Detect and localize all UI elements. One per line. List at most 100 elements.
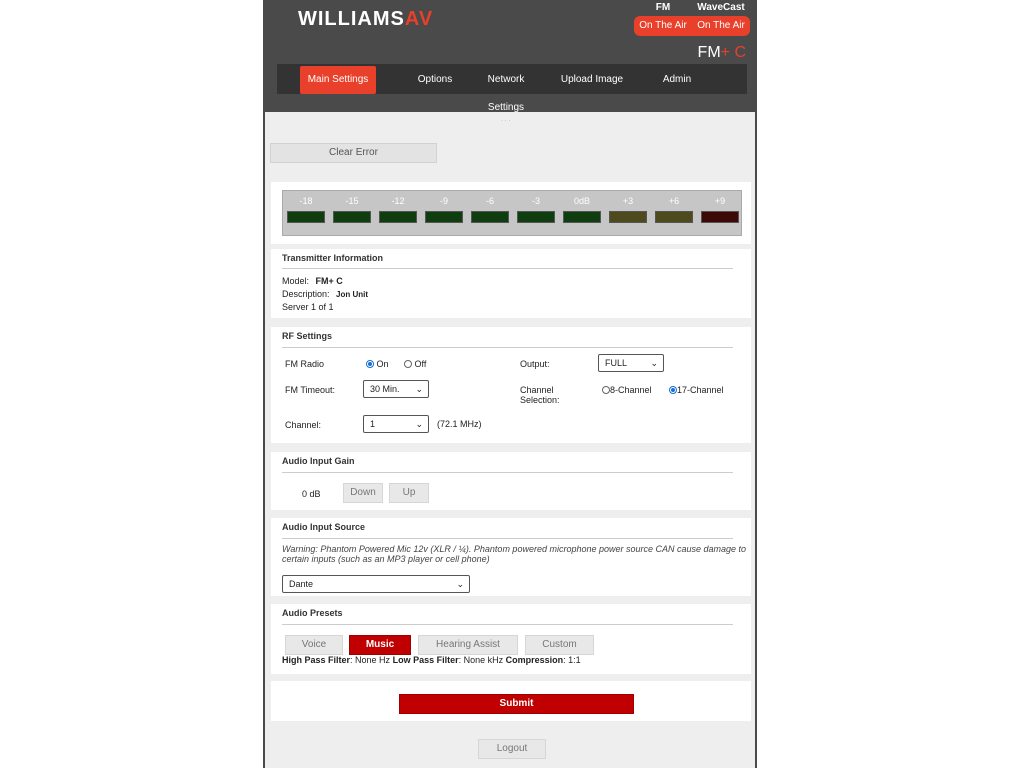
nav-options[interactable]: Options: [402, 66, 468, 94]
model-logo: FM+ C: [698, 44, 746, 62]
meter-level-segment: [563, 211, 601, 223]
audio-level-meter-panel: -18 -15 -12 -9 -6 -3 0dB +3 +6 +9: [271, 182, 751, 244]
meter-level-segment: [471, 211, 509, 223]
wavecast-status-title: WaveCast: [697, 2, 745, 13]
channel-17-label: 17-Channel: [677, 385, 724, 395]
fm-status-title: FM: [655, 2, 671, 13]
nav-upload-image[interactable]: Upload Image: [557, 66, 627, 94]
audio-presets-panel: Audio Presets Voice Music Hearing Assist…: [271, 604, 751, 674]
output-select-value: FULL: [605, 358, 628, 368]
transmitter-info-title: Transmitter Information: [282, 253, 384, 263]
description-value: Jon Unit: [336, 290, 369, 299]
fm-status-group: FM On The Air: [634, 1, 692, 36]
model-prefix: FM: [697, 44, 721, 61]
channel-selection-label-line2: Selection:: [520, 395, 560, 405]
chevron-down-icon: ⌄: [415, 384, 423, 394]
logo-av-text: AV: [404, 8, 434, 30]
nav-network-settings[interactable]: Network Settings: [469, 66, 543, 113]
output-select[interactable]: FULL ⌄: [598, 354, 664, 372]
fm-radio-off-radio[interactable]: [404, 359, 412, 368]
fm-radio-label: FM Radio: [285, 359, 325, 369]
meter-level-segment: [425, 211, 463, 223]
divider: [282, 538, 733, 539]
meter-tick-label: -12: [391, 196, 405, 206]
preset-hearing-assist-button[interactable]: Hearing Assist: [418, 635, 518, 655]
meter-tick-label: +6: [668, 196, 680, 206]
preset-music-button[interactable]: Music: [349, 635, 411, 655]
description-label: Description:: [282, 289, 330, 299]
divider: [282, 347, 733, 348]
audio-input-source-select[interactable]: Dante ⌄: [282, 575, 470, 593]
divider: [282, 268, 733, 269]
audio-input-gain-title: Audio Input Gain: [282, 456, 355, 466]
channel-select-value: 1: [370, 419, 376, 429]
model-value: FM+ C: [315, 276, 343, 286]
channel-select[interactable]: 1 ⌄: [363, 415, 429, 433]
meter-tick-label: -15: [345, 196, 359, 206]
williams-av-logo: WILLIAMSAV: [298, 8, 433, 31]
fm-radio-on-radio[interactable]: [366, 359, 374, 368]
channel-8-label: 8-Channel: [610, 385, 652, 395]
clear-error-button[interactable]: Clear Error: [270, 143, 437, 163]
output-label: Output:: [520, 359, 550, 369]
meter-level-segment: [333, 211, 371, 223]
channel-17-option[interactable]: 17-Channel: [669, 385, 724, 395]
gain-down-button[interactable]: Down: [343, 483, 383, 503]
logout-button[interactable]: Logout: [478, 739, 546, 759]
fm-radio-off-label: Off: [414, 359, 427, 369]
gain-up-button[interactable]: Up: [389, 483, 429, 503]
meter-level-segment: [287, 211, 325, 223]
rf-settings-panel: RF Settings FM Radio On Off Output: FULL…: [271, 327, 751, 443]
nav-admin[interactable]: Admin: [647, 66, 707, 94]
audio-presets-title: Audio Presets: [282, 608, 343, 618]
rf-settings-title: RF Settings: [282, 331, 333, 341]
nav-main-settings[interactable]: Main Settings: [300, 66, 376, 94]
audio-input-source-panel: Audio Input Source Warning: Phantom Powe…: [271, 518, 751, 596]
meter-tick-label: -9: [439, 196, 448, 206]
fm-on-air-badge: On The Air: [634, 16, 692, 36]
submit-button[interactable]: Submit: [399, 694, 634, 714]
meter-level-segment: [379, 211, 417, 223]
divider: [282, 472, 733, 473]
gain-value: 0 dB: [302, 489, 321, 499]
fm-timeout-select[interactable]: 30 Min. ⌄: [363, 380, 429, 398]
meter-tick-label: -3: [531, 196, 540, 206]
meter-level-segment: [655, 211, 693, 223]
channel-8-option[interactable]: 8-Channel: [602, 385, 652, 395]
compression-value: : 1:1: [563, 655, 581, 665]
model-label: Model:: [282, 276, 310, 286]
chevron-down-icon: ⌄: [650, 358, 658, 368]
preset-filter-summary: High Pass Filter: None Hz Low Pass Filte…: [282, 655, 581, 665]
preset-custom-button[interactable]: Custom: [525, 635, 594, 655]
loading-dots: · · ·: [501, 118, 511, 124]
audio-level-meter: -18 -15 -12 -9 -6 -3 0dB +3 +6 +9: [282, 190, 742, 236]
compression-label: Compression: [505, 655, 564, 665]
description-row: Description: Jon Unit: [282, 289, 368, 299]
channel-selection-label-line1: Channel: [520, 385, 554, 395]
channel-frequency: (72.1 MHz): [437, 419, 482, 429]
phantom-power-warning: Warning: Phantom Powered Mic 12v (XLR / …: [282, 544, 747, 564]
lpf-value: : None kHz: [458, 655, 504, 665]
channel-17-radio[interactable]: [669, 385, 677, 394]
model-row: Model: FM+ C: [282, 276, 343, 286]
meter-tick-label: +9: [714, 196, 726, 206]
model-suffix: + C: [720, 44, 746, 61]
lpf-label: Low Pass Filter: [392, 655, 459, 665]
meter-tick-label: -6: [485, 196, 494, 206]
fm-radio-on-option[interactable]: On: [366, 359, 389, 369]
header: WILLIAMSAV FM On The Air WaveCast On The…: [265, 0, 755, 113]
audio-input-source-value: Dante: [289, 579, 314, 589]
app-frame: WILLIAMSAV FM On The Air WaveCast On The…: [263, 0, 757, 768]
divider: [282, 624, 733, 625]
main-nav: Main Settings Options Network Settings U…: [277, 64, 747, 113]
hpf-label: High Pass Filter: [282, 655, 351, 665]
submit-panel: Submit: [271, 681, 751, 721]
wavecast-status-group: WaveCast On The Air: [692, 1, 750, 36]
channel-8-radio[interactable]: [602, 385, 610, 394]
wavecast-on-air-badge: On The Air: [692, 16, 750, 36]
fm-radio-off-option[interactable]: Off: [404, 359, 426, 369]
hpf-value: : None Hz: [350, 655, 391, 665]
preset-voice-button[interactable]: Voice: [285, 635, 343, 655]
meter-level-segment: [701, 211, 739, 223]
logo-text: WILLIAMS: [298, 8, 405, 30]
